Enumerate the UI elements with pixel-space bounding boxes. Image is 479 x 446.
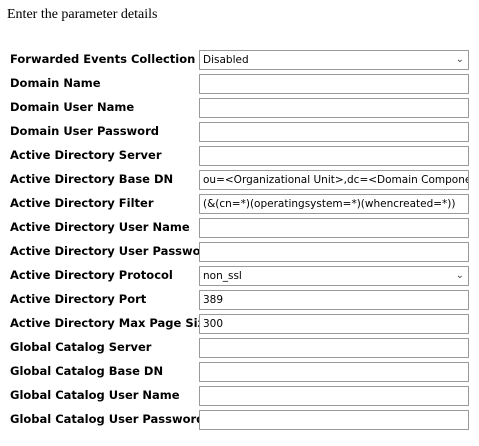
active-directory-filter-input[interactable]: (&(cn=*)(operatingsystem=*)(whencreated=…	[199, 194, 469, 214]
active-directory-user-password-label: Active Directory User Password	[10, 244, 215, 258]
row-domain-user-password: Domain User Password	[0, 122, 479, 142]
active-directory-protocol-value: non_ssl	[203, 270, 242, 282]
chevron-down-icon: ⌄	[455, 270, 464, 281]
active-directory-user-name-input[interactable]	[199, 218, 469, 238]
active-directory-port-label: Active Directory Port	[10, 292, 147, 306]
page-heading: Enter the parameter details	[7, 7, 158, 22]
row-global-catalog-server: Global Catalog Server	[0, 338, 479, 358]
forwarded-events-collection-select[interactable]: Disabled ⌄	[199, 50, 469, 70]
row-domain-user-name: Domain User Name	[0, 98, 479, 118]
active-directory-base-dn-label: Active Directory Base DN	[10, 172, 174, 186]
row-global-catalog-user-name: Global Catalog User Name	[0, 386, 479, 406]
row-active-directory-server: Active Directory Server	[0, 146, 479, 166]
global-catalog-base-dn-label: Global Catalog Base DN	[10, 364, 164, 378]
row-global-catalog-user-password: Global Catalog User Password	[0, 410, 479, 430]
forwarded-events-collection-label: Forwarded Events Collection	[10, 52, 196, 66]
row-active-directory-max-page-size: Active Directory Max Page Size	[0, 314, 479, 334]
domain-user-name-input[interactable]	[199, 98, 469, 118]
global-catalog-user-password-label: Global Catalog User Password	[10, 412, 205, 426]
active-directory-max-page-size-label: Active Directory Max Page Size	[10, 316, 213, 330]
global-catalog-server-label: Global Catalog Server	[10, 340, 152, 354]
row-active-directory-filter: Active Directory Filter (&(cn=*)(operati…	[0, 194, 479, 214]
row-active-directory-protocol: Active Directory Protocol non_ssl ⌄	[0, 266, 479, 286]
active-directory-protocol-label: Active Directory Protocol	[10, 268, 173, 282]
domain-user-password-label: Domain User Password	[10, 124, 159, 138]
global-catalog-user-name-input[interactable]	[199, 386, 469, 406]
global-catalog-user-name-label: Global Catalog User Name	[10, 388, 180, 402]
active-directory-protocol-select[interactable]: non_ssl ⌄	[199, 266, 469, 286]
domain-user-password-input[interactable]	[199, 122, 469, 142]
domain-user-name-label: Domain User Name	[10, 100, 135, 114]
row-active-directory-port: Active Directory Port	[0, 290, 479, 310]
row-active-directory-user-name: Active Directory User Name	[0, 218, 479, 238]
row-domain-name: Domain Name	[0, 74, 479, 94]
active-directory-user-password-input[interactable]	[199, 242, 469, 262]
active-directory-base-dn-input[interactable]: ou=<Organizational Unit>,dc=<Domain Comp…	[199, 170, 469, 190]
global-catalog-base-dn-input[interactable]	[199, 362, 469, 382]
active-directory-server-label: Active Directory Server	[10, 148, 162, 162]
row-forwarded-events-collection: Forwarded Events Collection Disabled ⌄	[0, 50, 479, 70]
global-catalog-user-password-input[interactable]	[199, 410, 469, 430]
global-catalog-server-input[interactable]	[199, 338, 469, 358]
active-directory-port-input[interactable]	[199, 290, 469, 310]
row-active-directory-user-password: Active Directory User Password	[0, 242, 479, 262]
forwarded-events-collection-value: Disabled	[203, 54, 249, 66]
row-active-directory-base-dn: Active Directory Base DN ou=<Organizatio…	[0, 170, 479, 190]
active-directory-user-name-label: Active Directory User Name	[10, 220, 190, 234]
active-directory-max-page-size-input[interactable]	[199, 314, 469, 334]
row-global-catalog-base-dn: Global Catalog Base DN	[0, 362, 479, 382]
domain-name-input[interactable]	[199, 74, 469, 94]
active-directory-server-input[interactable]	[199, 146, 469, 166]
domain-name-label: Domain Name	[10, 76, 101, 90]
chevron-down-icon: ⌄	[455, 54, 464, 65]
active-directory-filter-label: Active Directory Filter	[10, 196, 154, 210]
